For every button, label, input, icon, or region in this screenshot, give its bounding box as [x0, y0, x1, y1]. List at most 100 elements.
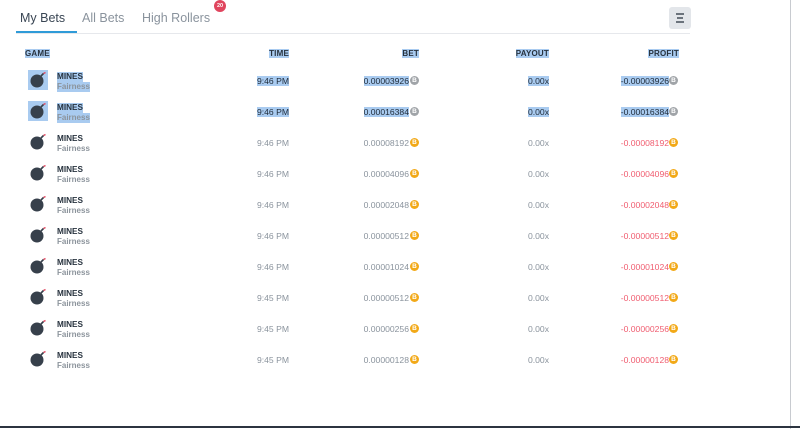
profit-amount: -0.00016384: [620, 107, 669, 117]
active-tab-indicator: [16, 31, 77, 33]
profit-amount: -0.00008192: [620, 138, 669, 148]
bitcoin-icon: B: [669, 324, 678, 333]
game-name[interactable]: MINES: [57, 289, 83, 299]
payout-multiplier: 0.00x: [527, 293, 549, 303]
bitcoin-icon: B: [410, 76, 419, 85]
bitcoin-icon: B: [410, 107, 419, 116]
game-name[interactable]: MINES: [57, 165, 83, 175]
bitcoin-icon: B: [410, 138, 419, 147]
table-row[interactable]: MINES Fairness 9:45 PM 0.00000512 B 0.00x -0.0…: [0, 284, 800, 315]
game-name[interactable]: MINES: [57, 227, 83, 237]
bet-time: 9:45 PM: [256, 293, 289, 303]
game-icon: [28, 225, 48, 245]
game-icon: [28, 70, 48, 90]
game-icon: [28, 318, 48, 338]
payout-multiplier: 0.00x: [527, 200, 549, 210]
bet-time: 9:45 PM: [256, 324, 289, 334]
tab-all-bets[interactable]: All Bets: [82, 11, 124, 25]
profit-amount: -0.00004096: [620, 169, 669, 179]
profit-amount: -0.00001024: [620, 262, 669, 272]
game-name[interactable]: MINES: [57, 134, 83, 144]
table-row[interactable]: MINES Fairness 9:46 PM 0.00003926 B 0.00x -0.0…: [0, 67, 800, 98]
bet-time: 9:46 PM: [256, 138, 289, 148]
filter-button[interactable]: [669, 7, 691, 29]
bet-amount: 0.00000512: [363, 231, 409, 241]
tab-my-bets[interactable]: My Bets: [20, 11, 65, 25]
profit-amount: -0.00002048: [620, 200, 669, 210]
bet-amount: 0.00002048: [363, 200, 409, 210]
fairness-link[interactable]: Fairness: [57, 299, 90, 309]
table-row[interactable]: MINES Fairness 9:46 PM 0.00004096 B 0.00x -0.0…: [0, 160, 800, 191]
bet-amount: 0.00004096: [363, 169, 409, 179]
bomb-icon: [30, 319, 46, 336]
bomb-icon: [30, 164, 46, 181]
bomb-icon: [30, 288, 46, 305]
bitcoin-icon: B: [669, 231, 678, 240]
bet-amount: 0.00000256: [363, 324, 409, 334]
payout-multiplier: 0.00x: [527, 231, 549, 241]
bitcoin-icon: B: [410, 355, 419, 364]
bitcoin-icon: B: [410, 324, 419, 333]
high-rollers-badge: 20: [214, 0, 226, 12]
bitcoin-icon: B: [669, 138, 678, 147]
bomb-icon: [30, 71, 46, 88]
bet-time: 9:46 PM: [256, 169, 289, 179]
header-time: TIME: [269, 49, 289, 58]
fairness-link[interactable]: Fairness: [57, 268, 90, 278]
bitcoin-icon: B: [410, 293, 419, 302]
bet-time: 9:46 PM: [256, 200, 289, 210]
table-row[interactable]: MINES Fairness 9:45 PM 0.00000128 B 0.00x -0.0…: [0, 346, 800, 377]
table-row[interactable]: MINES Fairness 9:45 PM 0.00000256 B 0.00x -0.0…: [0, 315, 800, 346]
page-edge-divider: [790, 0, 791, 429]
bet-time: 9:46 PM: [256, 231, 289, 241]
fairness-link[interactable]: Fairness: [57, 206, 90, 216]
bet-time: 9:46 PM: [256, 76, 289, 86]
bet-amount: 0.00000128: [363, 355, 409, 365]
bomb-icon: [30, 102, 46, 119]
table-row[interactable]: MINES Fairness 9:46 PM 0.00000512 B 0.00x -0.0…: [0, 222, 800, 253]
bitcoin-icon: B: [669, 355, 678, 364]
table-row[interactable]: MINES Fairness 9:46 PM 0.00002048 B 0.00x -0.0…: [0, 191, 800, 222]
bitcoin-icon: B: [669, 262, 678, 271]
table-row[interactable]: MINES Fairness 9:46 PM 0.00008192 B 0.00x -0.0…: [0, 129, 800, 160]
profit-amount: -0.00000512: [620, 293, 669, 303]
bet-amount: 0.00000512: [363, 293, 409, 303]
header-game: GAME: [25, 49, 50, 58]
game-name[interactable]: MINES: [57, 196, 83, 206]
bottom-border: [0, 426, 800, 428]
bomb-icon: [30, 133, 46, 150]
bitcoin-icon: B: [669, 76, 678, 85]
bet-amount: 0.00003926: [363, 76, 409, 86]
tab-high-rollers[interactable]: High Rollers: [142, 11, 210, 25]
table-row[interactable]: MINES Fairness 9:46 PM 0.00001024 B 0.00x -0.0…: [0, 253, 800, 284]
fairness-link[interactable]: Fairness: [57, 144, 90, 154]
payout-multiplier: 0.00x: [527, 262, 549, 272]
table-row[interactable]: MINES Fairness 9:46 PM 0.00016384 B 0.00x -0.0…: [0, 98, 800, 129]
game-name[interactable]: MINES: [57, 72, 83, 82]
header-bet: BET: [402, 49, 419, 58]
bitcoin-icon: B: [410, 262, 419, 271]
fairness-link[interactable]: Fairness: [57, 175, 90, 185]
profit-amount: -0.00003926: [620, 76, 669, 86]
fairness-link[interactable]: Fairness: [57, 330, 90, 340]
game-name[interactable]: MINES: [57, 351, 83, 361]
fairness-link[interactable]: Fairness: [57, 82, 90, 92]
fairness-link[interactable]: Fairness: [57, 237, 90, 247]
game-icon: [28, 349, 48, 369]
bomb-icon: [30, 257, 46, 274]
bitcoin-icon: B: [410, 200, 419, 209]
game-icon: [28, 163, 48, 183]
bitcoin-icon: B: [669, 169, 678, 178]
bet-time: 9:46 PM: [256, 262, 289, 272]
profit-amount: -0.00000512: [620, 231, 669, 241]
payout-multiplier: 0.00x: [527, 169, 549, 179]
game-name[interactable]: MINES: [57, 320, 83, 330]
bet-time: 9:45 PM: [256, 355, 289, 365]
game-name[interactable]: MINES: [57, 258, 83, 268]
fairness-link[interactable]: Fairness: [57, 361, 90, 371]
game-name[interactable]: MINES: [57, 103, 83, 113]
bet-time: 9:46 PM: [256, 107, 289, 117]
game-icon: [28, 132, 48, 152]
fairness-link[interactable]: Fairness: [57, 113, 90, 123]
payout-multiplier: 0.00x: [527, 107, 549, 117]
